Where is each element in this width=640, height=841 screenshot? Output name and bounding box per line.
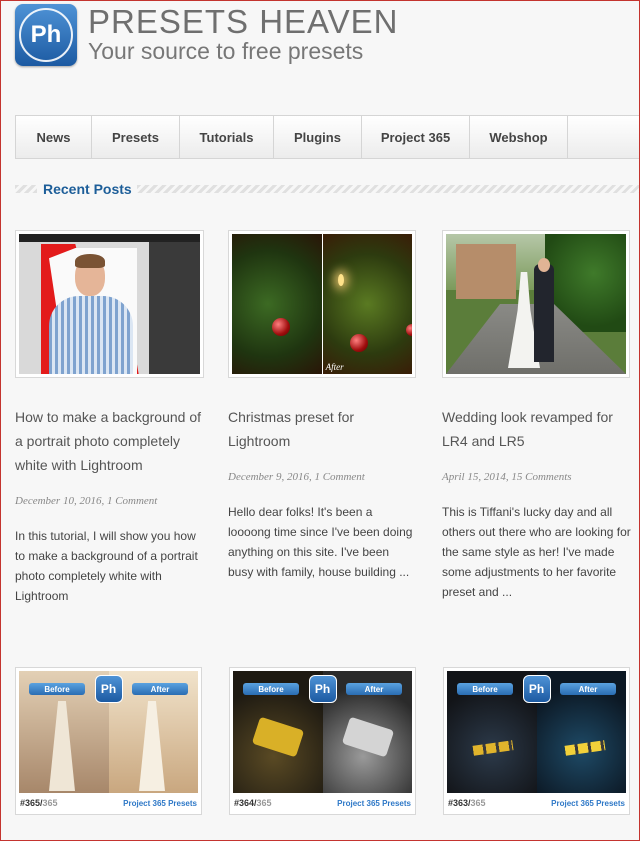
excerpt-line: In this tutorial, I will show you how: [15, 529, 196, 543]
post-thumbnail[interactable]: [15, 230, 204, 378]
project365-number: #365/365: [19, 798, 58, 808]
ph-badge-icon: Ph: [522, 675, 551, 703]
site-logo[interactable]: Ph: [15, 4, 77, 66]
logo-badge-text: Ph: [19, 8, 73, 62]
post-image-wedding: [446, 234, 626, 374]
ph-badge-icon: Ph: [94, 675, 123, 703]
image-after-label: After: [325, 362, 344, 372]
project365-image: Before After Ph: [19, 671, 198, 793]
post-thumbnail[interactable]: After: [228, 230, 416, 378]
project365-tile[interactable]: Before After Ph #364/365 Project 365 Pre…: [229, 667, 416, 815]
post-title-line: white with Lightroom: [15, 457, 143, 473]
post-excerpt: This is Tiffani's lucky day and all othe…: [442, 502, 637, 602]
project365-number: #363/365: [447, 798, 486, 808]
post-thumbnail[interactable]: [442, 230, 630, 378]
project365-day: #365/: [20, 798, 43, 808]
recent-posts-title: Recent Posts: [43, 181, 132, 197]
recent-posts-header: Recent Posts: [15, 181, 640, 197]
excerpt-line: busy with family, house building ...: [228, 565, 410, 579]
project365-footer: #363/365 Project 365 Presets: [447, 795, 626, 811]
post-meta: December 9, 2016, 1 Comment: [228, 471, 365, 483]
before-label: Before: [457, 683, 513, 695]
project365-day: #364/: [234, 798, 257, 808]
site-tagline: Your source to free presets: [88, 38, 364, 64]
project365-total: 365: [256, 798, 272, 808]
post-title-line: a portrait photo completely: [15, 433, 180, 449]
excerpt-line: Lightroom: [15, 589, 69, 603]
post-image-christmas: After: [232, 234, 412, 374]
post-excerpt: In this tutorial, I will show you how to…: [15, 526, 215, 606]
project365-link[interactable]: Project 365 Presets: [551, 799, 626, 808]
project365-footer: #364/365 Project 365 Presets: [233, 795, 412, 811]
nav-item-plugins[interactable]: Plugins: [274, 116, 362, 158]
post-meta: December 10, 2016, 1 Comment: [15, 495, 158, 507]
excerpt-line: Hello dear folks! It's been a: [228, 505, 373, 519]
post-title[interactable]: How to make a background of a portrait p…: [15, 405, 215, 477]
project365-total: 365: [470, 798, 486, 808]
excerpt-line: preset and ...: [442, 585, 513, 599]
excerpt-line: the same style as her! I've made: [442, 545, 615, 559]
excerpt-line: This is Tiffani's lucky day and all: [442, 505, 613, 519]
project365-total: 365: [42, 798, 58, 808]
post-title-line: Lightroom: [228, 433, 291, 449]
excerpt-line: some adjustments to her favorite: [442, 565, 617, 579]
project365-footer: #365/365 Project 365 Presets: [19, 795, 198, 811]
before-label: Before: [29, 683, 85, 695]
post-title[interactable]: Wedding look revamped for LR4 and LR5: [442, 405, 637, 453]
post-title-line: Christmas preset for: [228, 409, 355, 425]
excerpt-line: others out there who are looking for: [442, 525, 631, 539]
main-nav: News Presets Tutorials Plugins Project 3…: [15, 115, 640, 159]
excerpt-line: photo completely white with: [15, 569, 162, 583]
after-label: After: [132, 683, 188, 695]
excerpt-line: to make a background of a portrait: [15, 549, 198, 563]
ph-badge-icon: Ph: [308, 675, 337, 703]
before-label: Before: [243, 683, 299, 695]
after-label: After: [560, 683, 616, 695]
heading-stripe-left: [15, 185, 37, 193]
project365-link[interactable]: Project 365 Presets: [123, 799, 198, 808]
post-image-portrait: [19, 234, 200, 374]
post-title-line: Wedding look revamped for: [442, 409, 613, 425]
post-title-line: LR4 and LR5: [442, 433, 525, 449]
excerpt-line: loooong time since I've been doing: [228, 525, 413, 539]
post-excerpt: Hello dear folks! It's been a loooong ti…: [228, 502, 433, 582]
project365-tile[interactable]: Before After Ph #365/365 Project 365 Pre…: [15, 667, 202, 815]
excerpt-line: anything on this site. I've been: [228, 545, 390, 559]
nav-item-webshop[interactable]: Webshop: [470, 116, 568, 158]
project365-image: Before After Ph: [233, 671, 412, 793]
nav-item-project-365[interactable]: Project 365: [362, 116, 470, 158]
project365-number: #364/365: [233, 798, 272, 808]
post-title-line: How to make a background of: [15, 409, 201, 425]
nav-item-presets[interactable]: Presets: [92, 116, 180, 158]
after-label: After: [346, 683, 402, 695]
site-title[interactable]: PRESETS HEAVEN: [88, 4, 398, 40]
nav-item-news[interactable]: News: [16, 116, 92, 158]
nav-item-tutorials[interactable]: Tutorials: [180, 116, 274, 158]
post-title[interactable]: Christmas preset for Lightroom: [228, 405, 428, 453]
post-meta: April 15, 2014, 15 Comments: [442, 471, 572, 483]
project365-link[interactable]: Project 365 Presets: [337, 799, 412, 808]
project365-day: #363/: [448, 798, 471, 808]
project365-image: Before After Ph: [447, 671, 626, 793]
heading-stripe-right: [137, 185, 640, 193]
project365-tile[interactable]: Before After Ph #363/365 Project 365 Pre…: [443, 667, 630, 815]
